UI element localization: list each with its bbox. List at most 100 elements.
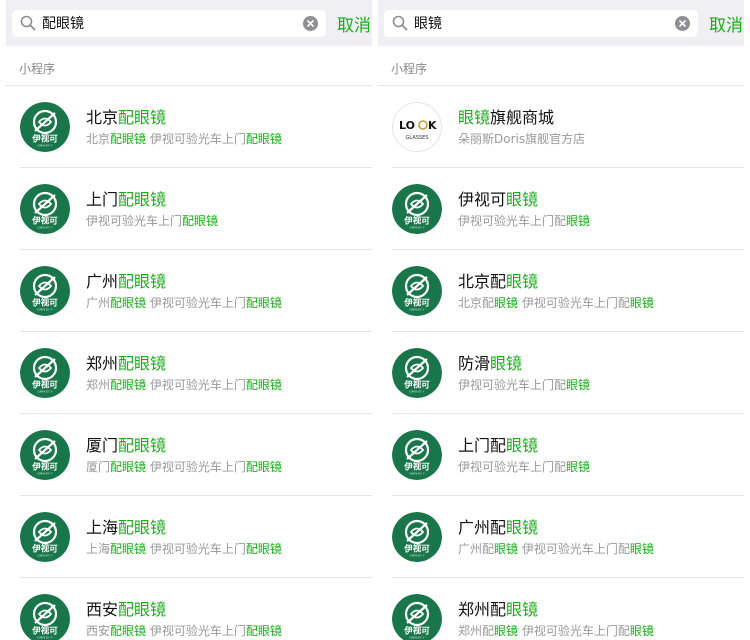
title-text: 厦门 [86,436,119,455]
item-description: 郑州配眼镜 伊视可验光车上门配眼镜 [458,623,654,639]
look-glasses-logo-avatar: LO K GLASSES [392,102,442,152]
highlighted-keyword: 配眼镜 [245,624,282,638]
highlighted-keyword: 眼镜 [494,296,519,310]
highlighted-keyword: 配眼镜 [182,214,219,228]
cancel-button[interactable]: 取消 [337,11,371,36]
item-texts: 上门配眼镜 伊视可验光车上门配眼镜 [458,435,590,475]
item-title: 西安配眼镜 [86,599,282,621]
search-input[interactable] [414,15,675,31]
svg-text:K: K [428,119,437,132]
item-title: 北京配眼镜 [86,107,282,129]
item-description: 北京配眼镜 伊视可验光车上门配眼镜 [86,131,282,147]
eyeseek-logo-avatar: 伊视可 GMW-EY·Y [20,266,70,316]
svg-text:GMW-EY·Y: GMW-EY·Y [409,226,425,230]
highlighted-keyword: 眼镜 [506,436,539,455]
item-title: 广州配眼镜 [86,271,282,293]
results-list: 伊视可 GMW-EY·Y 北京配眼镜 北京配眼镜 伊视可验光车上门配眼镜 伊视可 GMW-… [6,86,372,640]
mini-program-item[interactable]: 伊视可 GMW-EY·Y 广州配眼镜 广州配眼镜 伊视可验光车上门配眼镜 [378,496,744,578]
eyeseek-logo-avatar: 伊视可 GMW-EY·Y [20,430,70,480]
eyeseek-logo-avatar: 伊视可 GMW-EY·Y [392,512,442,562]
title-text: 广州配 [458,518,507,537]
highlighted-keyword: 眼镜 [494,542,519,556]
title-text: 伊视可 [458,190,507,209]
item-texts: 上海配眼镜 上海配眼镜 伊视可验光车上门配眼镜 [86,517,282,557]
mini-program-item[interactable]: 伊视可 GMW-EY·Y 西安配眼镜西安配眼镜 伊视可验光车上门配眼镜 [6,578,372,640]
search-icon [392,15,408,31]
item-texts: 厦门配眼镜 厦门配眼镜 伊视可验光车上门配眼镜 [86,435,282,475]
section-title-mini-programs: 小程序 [6,46,372,86]
mini-program-item[interactable]: 伊视可 GMW-EY·Y 防滑眼镜 伊视可验光车上门配眼镜 [378,332,744,414]
description-text: 伊视可验光车上门 [146,460,246,474]
description-text: 伊视可验光车上门配 [518,624,630,638]
description-text: 伊视可验光车上门配 [518,296,630,310]
description-text: 伊视可验光车上门配 [458,378,567,392]
results-list: LO K GLASSES 眼镜旗舰商城 朵丽斯Doris旗舰官方店 伊视可 GMW-EY·Y… [378,86,744,640]
eyeseek-logo-avatar: 伊视可 GMW-EY·Y [20,594,70,640]
item-description: 郑州配眼镜 伊视可验光车上门配眼镜 [86,377,282,393]
item-title: 厦门配眼镜 [86,435,282,457]
svg-text:GMW-EY·Y: GMW-EY·Y [37,308,53,312]
mini-program-item[interactable]: 伊视可 GMW-EY·Y 上门配眼镜 伊视可验光车上门配眼镜 [378,414,744,496]
highlighted-keyword: 眼镜 [506,518,539,537]
svg-text:LO: LO [399,119,415,132]
item-description: 广州配眼镜 伊视可验光车上门配眼镜 [86,295,282,311]
highlighted-keyword: 配眼镜 [245,296,282,310]
description-text: 厦门 [86,460,111,474]
description-text: 伊视可验光车上门 [146,542,246,556]
highlighted-keyword: 眼镜 [506,190,539,209]
highlighted-keyword: 眼镜 [490,354,523,373]
highlighted-keyword: 配眼镜 [118,190,167,209]
mini-program-item[interactable]: LO K GLASSES 眼镜旗舰商城 朵丽斯Doris旗舰官方店 [378,86,744,168]
highlighted-keyword: 眼镜 [506,272,539,291]
svg-text:GMW-EY·Y: GMW-EY·Y [37,390,53,394]
item-title: 广州配眼镜 [458,517,654,539]
highlighted-keyword: 配眼镜 [245,132,282,146]
clear-icon[interactable] [675,15,690,31]
svg-text:GLASSES: GLASSES [406,135,429,141]
highlighted-keyword: 眼镜 [506,600,539,619]
mini-program-item[interactable]: 伊视可 GMW-EY·Y 上门配眼镜 伊视可验光车上门配眼镜 [6,168,372,250]
item-texts: 广州配眼镜广州配眼镜 伊视可验光车上门配眼镜 [86,271,282,311]
item-texts: 北京配眼镜 北京配眼镜 伊视可验光车上门配眼镜 [458,271,654,311]
clear-icon[interactable] [303,15,318,31]
mini-program-item[interactable]: 伊视可 GMW-EY·Y 北京配眼镜 北京配眼镜 伊视可验光车上门配眼镜 [378,250,744,332]
title-text: 郑州配 [458,600,507,619]
description-text: 上海 [86,542,111,556]
search-box[interactable] [384,9,698,37]
eyeseek-logo-avatar: 伊视可 GMW-EY·Y [392,594,442,640]
highlighted-keyword: 配眼镜 [245,378,282,392]
description-text: 伊视可验光车上门 [146,296,246,310]
svg-text:GMW-EY·Y: GMW-EY·Y [37,636,53,640]
mini-program-item[interactable]: 伊视可 GMW-EY·Y 伊视可眼镜 伊视可验光车上门配眼镜 [378,168,744,250]
mini-program-item[interactable]: 伊视可 GMW-EY·Y 北京配眼镜北京配眼镜 伊视可验光车上门配眼镜 [6,86,372,168]
item-texts: 郑州配眼镜 郑州配眼镜 伊视可验光车上门配眼镜 [86,353,282,393]
title-text: 防滑 [458,354,491,373]
search-input[interactable] [42,15,303,31]
highlighted-keyword: 配眼镜 [118,272,167,291]
eyeseek-logo-avatar: 伊视可 GMW-EY·Y [20,102,70,152]
description-text: 郑州 [86,378,111,392]
title-text: 上海 [86,518,119,537]
svg-text:GMW-EY·Y: GMW-EY·Y [37,472,53,476]
search-box[interactable] [12,9,326,37]
item-texts: 郑州配眼镜郑州配眼镜 伊视可验光车上门配眼镜 [458,599,654,639]
cancel-button[interactable]: 取消 [709,11,743,36]
mini-program-item[interactable]: 伊视可 GMW-EY·Y 厦门配眼镜 厦门配眼镜 伊视可验光车上门配眼镜 [6,414,372,496]
svg-text:GMW-EY·Y: GMW-EY·Y [37,226,53,230]
mini-program-item[interactable]: 伊视可 GMW-EY·Y 广州配眼镜广州配眼镜 伊视可验光车上门配眼镜 [6,250,372,332]
mini-program-item[interactable]: 伊视可 GMW-EY·Y 上海配眼镜 上海配眼镜 伊视可验光车上门配眼镜 [6,496,372,578]
highlighted-keyword: 眼镜 [566,460,591,474]
item-title: 郑州配眼镜 [458,599,654,621]
description-text: 广州配 [458,542,495,556]
svg-text:GMW-EY·Y: GMW-EY·Y [37,554,53,558]
description-text: 郑州配 [458,624,495,638]
item-description: 西安配眼镜 伊视可验光车上门配眼镜 [86,623,282,639]
item-texts: 伊视可眼镜 伊视可验光车上门配眼镜 [458,189,590,229]
description-text: 北京配 [458,296,495,310]
mini-program-item[interactable]: 伊视可 GMW-EY·Y 郑州配眼镜郑州配眼镜 伊视可验光车上门配眼镜 [378,578,744,640]
mini-program-item[interactable]: 伊视可 GMW-EY·Y 郑州配眼镜 郑州配眼镜 伊视可验光车上门配眼镜 [6,332,372,414]
eyeseek-logo-avatar: 伊视可 GMW-EY·Y [392,184,442,234]
description-text: 伊视可验光车上门 [146,378,246,392]
svg-text:GMW-EY·Y: GMW-EY·Y [409,554,425,558]
svg-text:GMW-EY·Y: GMW-EY·Y [409,390,425,394]
